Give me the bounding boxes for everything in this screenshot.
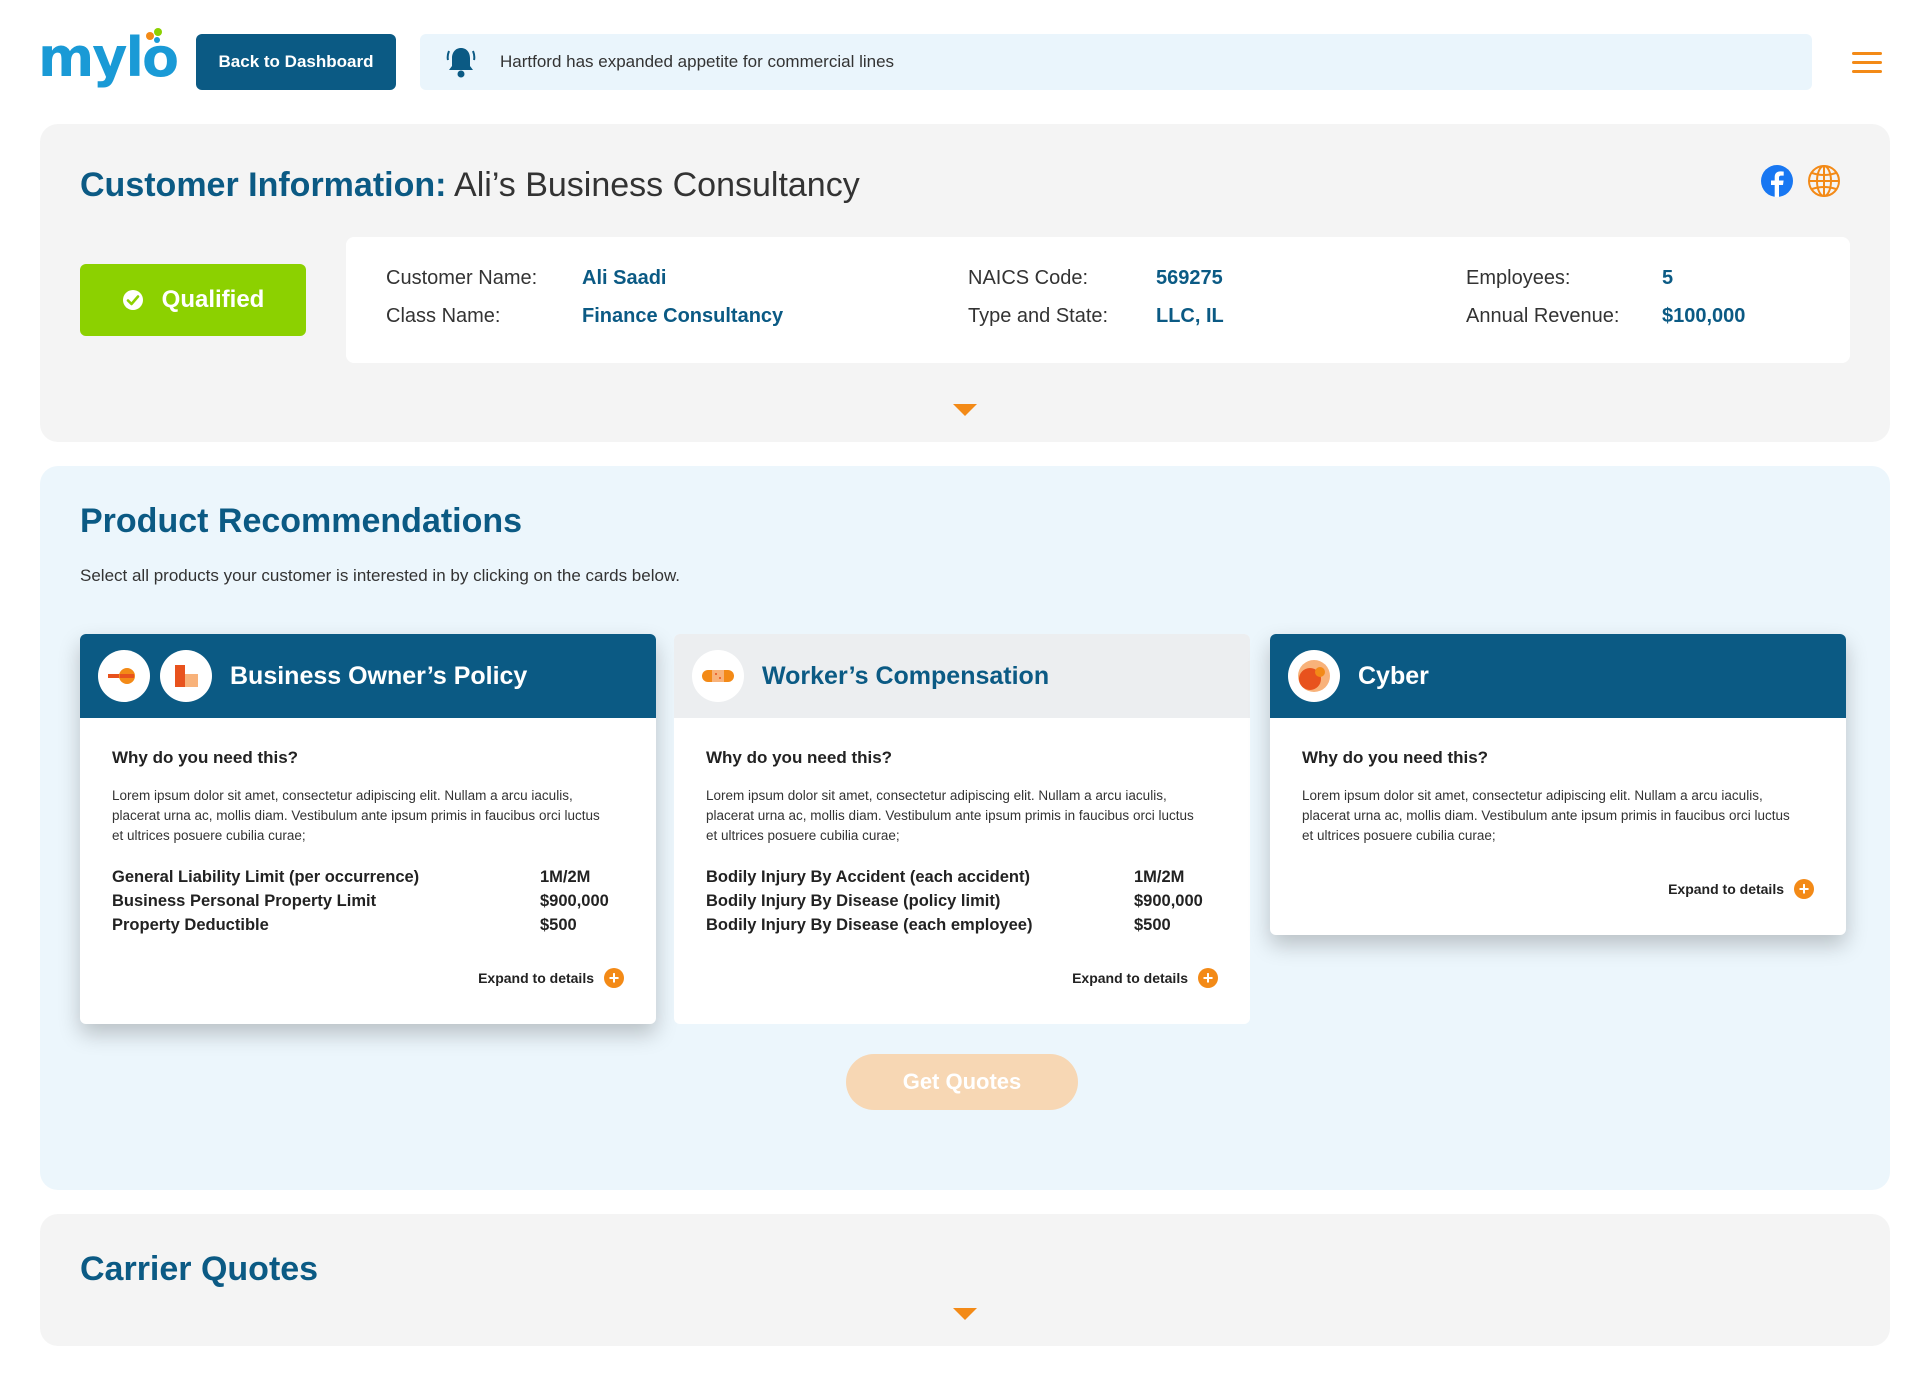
- product-recommendations-panel: Product Recommendations Select all produ…: [40, 466, 1890, 1190]
- why-heading: Why do you need this?: [1302, 748, 1489, 767]
- product-card-cyber[interactable]: Cyber Why do you need this? Lorem ipsum …: [1270, 634, 1846, 935]
- expand-to-details-link[interactable]: Expand to details +: [1072, 968, 1218, 988]
- limit-label: General Liability Limit (per occurrence): [112, 868, 420, 886]
- limit-label: Bodily Injury By Disease (each employee): [706, 916, 1033, 934]
- get-quotes-button[interactable]: Get Quotes: [846, 1054, 1078, 1110]
- notification-text: Hartford has expanded appetite for comme…: [500, 52, 895, 71]
- bandage-icon: [692, 650, 744, 702]
- limit-value: $900,000: [540, 892, 609, 910]
- limit-value: 1M/2M: [1134, 868, 1185, 886]
- class-name-label: Class Name:: [386, 305, 501, 327]
- expand-label: Expand to details: [478, 970, 594, 986]
- why-heading: Why do you need this?: [706, 748, 893, 767]
- employees-value: 5: [1662, 267, 1674, 289]
- limit-value: $500: [540, 916, 577, 934]
- card-body: Why do you need this? Lorem ipsum dolor …: [674, 718, 1250, 940]
- class-name-value: Finance Consultancy: [582, 305, 784, 327]
- plus-icon: +: [1198, 968, 1218, 988]
- top-bar: mylo Back to Dashboard Hartford has expa…: [0, 0, 1920, 120]
- limit-value: $900,000: [1134, 892, 1203, 910]
- limit-row: General Liability Limit (per occurrence)…: [112, 868, 624, 892]
- property-icon: [160, 650, 212, 702]
- annual-revenue-value: $100,000: [1662, 305, 1746, 327]
- qualified-status-badge: Qualified: [80, 264, 306, 336]
- limit-value: $500: [1134, 916, 1171, 934]
- card-description: Lorem ipsum dolor sit amet, consectetur …: [1302, 788, 1790, 843]
- customer-name-value: Ali Saadi: [582, 267, 667, 289]
- limit-row: Property Deductible $500: [112, 916, 624, 940]
- carrier-quotes-panel: Carrier Quotes: [40, 1214, 1890, 1346]
- limit-value: 1M/2M: [540, 868, 591, 886]
- plus-icon: +: [1794, 879, 1814, 899]
- logo-leaf-icon: [154, 37, 160, 43]
- limit-label: Bodily Injury By Disease (policy limit): [706, 892, 1001, 910]
- logo-leaf-icon: [154, 28, 162, 36]
- naics-code-value: 569275: [1156, 267, 1223, 289]
- product-recommendations-title: Product Recommendations: [80, 502, 523, 540]
- cyber-icon: [1288, 650, 1340, 702]
- hamburger-menu-icon[interactable]: [1852, 52, 1882, 74]
- type-state-label: Type and State:: [968, 305, 1109, 327]
- why-heading: Why do you need this?: [112, 748, 299, 767]
- card-body: Why do you need this? Lorem ipsum dolor …: [80, 718, 656, 940]
- card-body: Why do you need this? Lorem ipsum dolor …: [1270, 718, 1846, 846]
- liability-icon: [98, 650, 150, 702]
- coverage-limits: General Liability Limit (per occurrence)…: [112, 868, 624, 940]
- product-card-workers-compensation[interactable]: Worker’s Compensation Why do you need th…: [674, 634, 1250, 1024]
- qualified-label: Qualified: [161, 286, 265, 313]
- employees-label: Employees:: [1466, 267, 1571, 289]
- card-description: Lorem ipsum dolor sit amet, consectetur …: [706, 788, 1194, 843]
- type-state-value: LLC, IL: [1156, 305, 1224, 327]
- product-card-business-owners-policy[interactable]: Business Owner’s Policy Why do you need …: [80, 634, 656, 1024]
- expand-label: Expand to details: [1668, 881, 1784, 897]
- back-to-dashboard-button[interactable]: Back to Dashboard: [196, 34, 396, 90]
- card-header: Cyber: [1270, 634, 1846, 718]
- expand-carrier-quotes-caret-icon[interactable]: [953, 1308, 977, 1320]
- customer-title: Customer Information: Ali’s Business Con…: [80, 164, 860, 206]
- logo-leaf-icon: [146, 32, 154, 40]
- notification-banner[interactable]: Hartford has expanded appetite for comme…: [420, 34, 1812, 90]
- mylo-logo[interactable]: mylo: [38, 28, 179, 94]
- limit-label: Property Deductible: [112, 916, 269, 934]
- expand-to-details-link[interactable]: Expand to details +: [478, 968, 624, 988]
- limit-row: Bodily Injury By Accident (each accident…: [706, 868, 1218, 892]
- customer-business-name: Ali’s Business Consultancy: [454, 166, 860, 204]
- limit-row: Business Personal Property Limit $900,00…: [112, 892, 624, 916]
- facebook-icon[interactable]: [1760, 164, 1794, 198]
- naics-code-label: NAICS Code:: [968, 267, 1089, 289]
- limit-row: Bodily Injury By Disease (policy limit) …: [706, 892, 1218, 916]
- limit-label: Bodily Injury By Accident (each accident…: [706, 868, 1030, 886]
- product-recommendations-subtitle: Select all products your customer is int…: [80, 566, 681, 585]
- globe-icon[interactable]: [1807, 164, 1841, 198]
- check-circle-icon: [122, 290, 143, 310]
- annual-revenue-label: Annual Revenue:: [1466, 305, 1620, 327]
- customer-information-panel: Customer Information: Ali’s Business Con…: [40, 124, 1890, 442]
- expand-to-details-link[interactable]: Expand to details +: [1668, 879, 1814, 899]
- bell-icon: [446, 48, 476, 78]
- card-title: Worker’s Compensation: [762, 661, 1050, 690]
- limit-label: Business Personal Property Limit: [112, 892, 377, 910]
- card-header: Business Owner’s Policy: [80, 634, 656, 718]
- plus-icon: +: [604, 968, 624, 988]
- customer-name-label: Customer Name:: [386, 267, 538, 289]
- carrier-quotes-title: Carrier Quotes: [80, 1250, 319, 1288]
- expand-customer-caret-icon[interactable]: [953, 404, 977, 416]
- coverage-limits: Bodily Injury By Accident (each accident…: [706, 868, 1218, 940]
- card-title: Cyber: [1358, 661, 1429, 690]
- customer-title-label: Customer Information:: [80, 166, 447, 204]
- limit-row: Bodily Injury By Disease (each employee)…: [706, 916, 1218, 940]
- card-title: Business Owner’s Policy: [230, 661, 528, 690]
- customer-details-card: Customer Name: Ali Saadi Class Name: Fin…: [346, 237, 1850, 363]
- card-description: Lorem ipsum dolor sit amet, consectetur …: [112, 788, 600, 843]
- expand-label: Expand to details: [1072, 970, 1188, 986]
- card-header: Worker’s Compensation: [674, 634, 1250, 718]
